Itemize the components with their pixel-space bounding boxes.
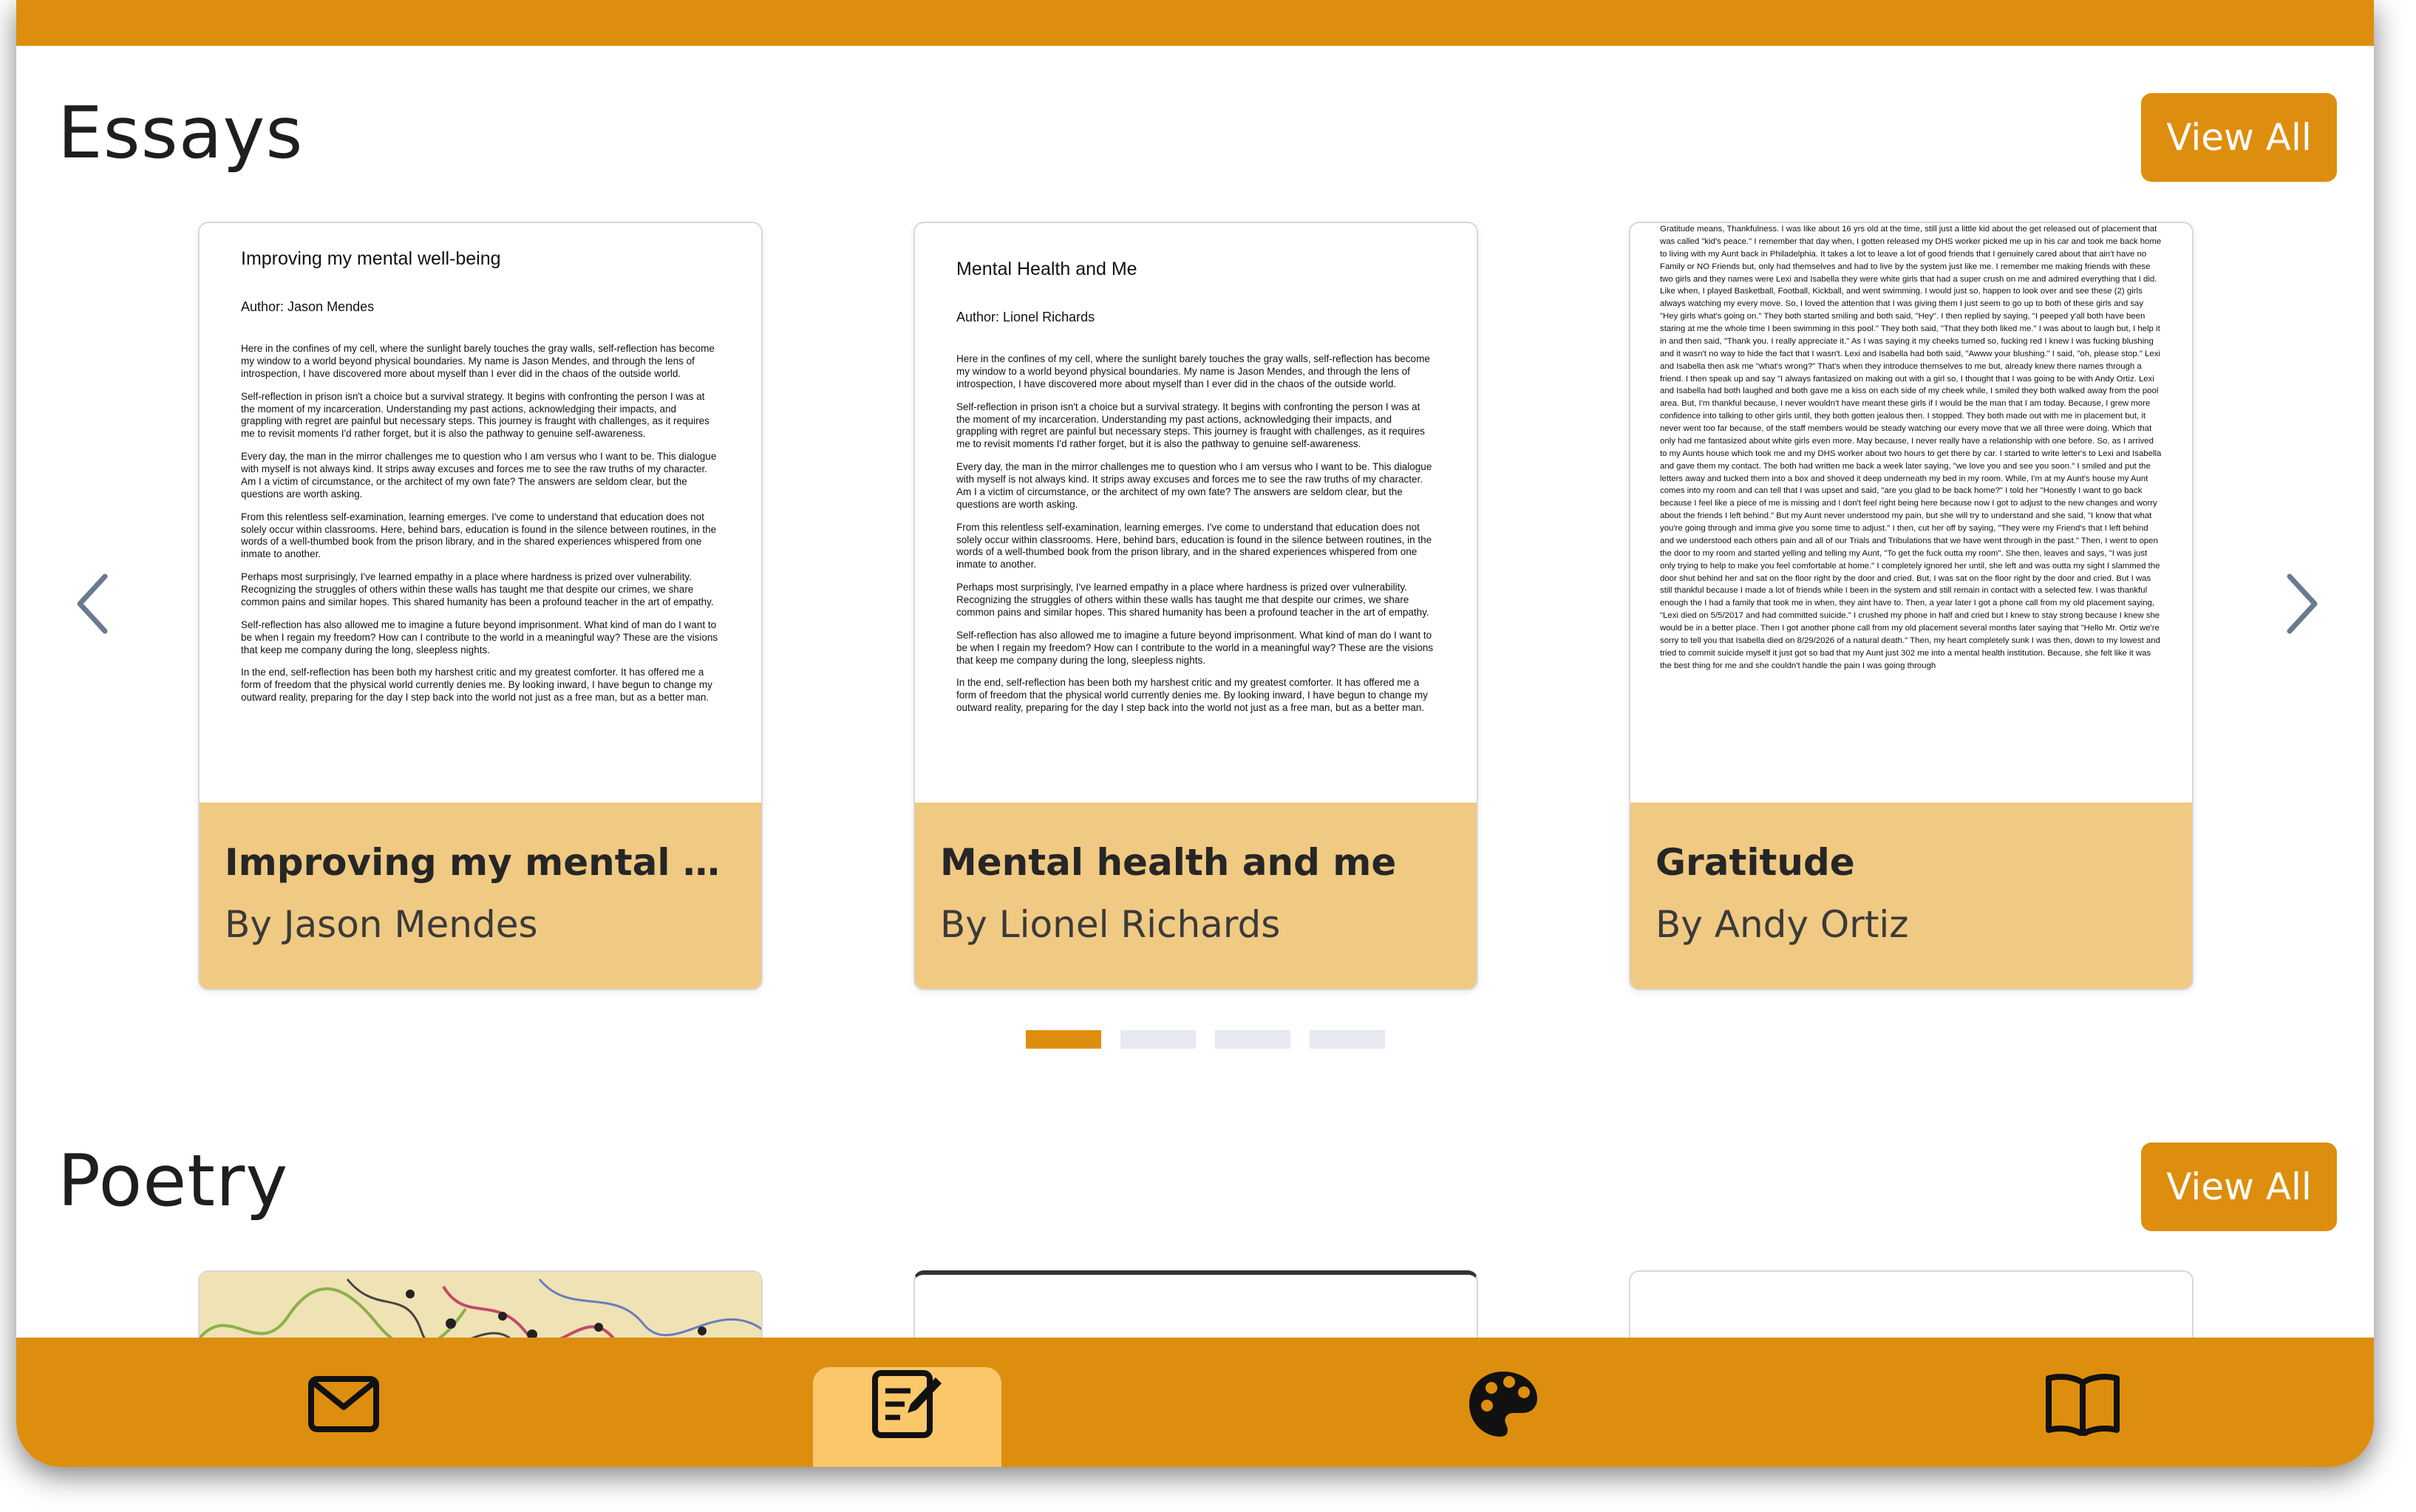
chevron-right-icon (2287, 573, 2318, 634)
essay-paragraph: Self-reflection has also allowed me to i… (241, 619, 718, 655)
essay-card[interactable]: Gratitude means, Thankfulness. I was lik… (1629, 222, 2194, 990)
essay-card-author: By Lionel Richards (940, 903, 1281, 946)
essay-card-meta: Mental health and me By Lionel Richards (915, 803, 1477, 989)
nav-tab-art[interactable] (1409, 1338, 1597, 1467)
essay-paragraph: In the end, self-reflection has been bot… (956, 677, 1428, 714)
essay-card-author: By Jason Mendes (225, 903, 538, 946)
essay-paragraph: Here in the confines of my cell, where t… (241, 343, 715, 379)
essay-paragraph: Perhaps most surprisingly, I've learned … (241, 571, 714, 607)
essay-doc-author: Author: Lionel Richards (956, 310, 1095, 324)
essay-doc-title: Mental Health and Me (956, 259, 1137, 279)
bottom-navigation (16, 1338, 2374, 1467)
essay-card-author: By Andy Ortiz (1656, 903, 1909, 946)
top-bar (16, 0, 2374, 46)
envelope-icon (303, 1367, 384, 1441)
essay-preview: Improving my mental well-being Author: J… (200, 223, 761, 803)
essay-card-title: Improving my mental we... (225, 841, 736, 884)
book-icon (2042, 1367, 2123, 1441)
essay-paragraph: From this relentless self-examination, l… (241, 511, 717, 560)
essay-paragraph: Here in the confines of my cell, where t… (956, 353, 1430, 389)
chevron-left-icon (77, 573, 108, 634)
essay-paragraph: Self-reflection in prison isn't a choice… (956, 401, 1425, 450)
carousel-next-button[interactable] (2276, 563, 2328, 644)
pagination-dot-active[interactable] (1026, 1030, 1101, 1049)
essays-section-title: Essays (58, 92, 304, 174)
essay-paragraph: Self-reflection has also allowed me to i… (956, 629, 1434, 666)
essay-preview: Gratitude means, Thankfulness. I was lik… (1630, 223, 2192, 803)
nav-tab-writing[interactable] (813, 1367, 1001, 1467)
essay-card-title: Gratitude (1656, 841, 1855, 884)
essay-card[interactable]: Improving my mental well-being Author: J… (198, 222, 763, 990)
nav-tab-contact[interactable] (249, 1338, 438, 1467)
poetry-section-title: Poetry (58, 1140, 289, 1222)
pagination-dot[interactable] (1310, 1030, 1385, 1049)
essay-card-title: Mental health and me (940, 841, 1397, 884)
essay-card-meta: Gratitude By Andy Ortiz (1630, 803, 2192, 989)
palette-icon (1463, 1367, 1544, 1441)
essay-paragraph: Perhaps most surprisingly, I've learned … (956, 582, 1429, 618)
essays-view-all-button[interactable]: View All (2141, 93, 2337, 182)
carousel-prev-button[interactable] (67, 563, 118, 644)
edit-document-icon (867, 1367, 948, 1441)
essay-doc-author: Author: Jason Mendes (241, 299, 375, 314)
essay-paragraph: Self-reflection in prison isn't a choice… (241, 390, 710, 440)
pagination-dot[interactable] (1120, 1030, 1196, 1049)
nav-tab-reading[interactable] (1988, 1338, 2177, 1467)
pagination-dot[interactable] (1215, 1030, 1290, 1049)
app-window: Essays View All Improving my mental well… (16, 0, 2374, 1467)
essay-text: Gratitude means, Thankfulness. I was lik… (1660, 225, 2162, 670)
essay-paragraph: In the end, self-reflection has been bot… (241, 667, 712, 704)
essay-card[interactable]: Mental Health and Me Author: Lionel Rich… (913, 222, 1478, 990)
essay-paragraph: Every day, the man in the mirror challen… (956, 461, 1432, 510)
carousel-pagination (1026, 1030, 1385, 1049)
essay-card-meta: Improving my mental we... By Jason Mende… (200, 803, 761, 989)
poetry-view-all-button[interactable]: View All (2141, 1142, 2337, 1231)
essay-paragraph: Every day, the man in the mirror challen… (241, 451, 717, 500)
essay-paragraph: From this relentless self-examination, l… (956, 521, 1432, 571)
essay-preview: Mental Health and Me Author: Lionel Rich… (915, 223, 1477, 803)
essay-doc-title: Improving my mental well-being (241, 248, 501, 269)
